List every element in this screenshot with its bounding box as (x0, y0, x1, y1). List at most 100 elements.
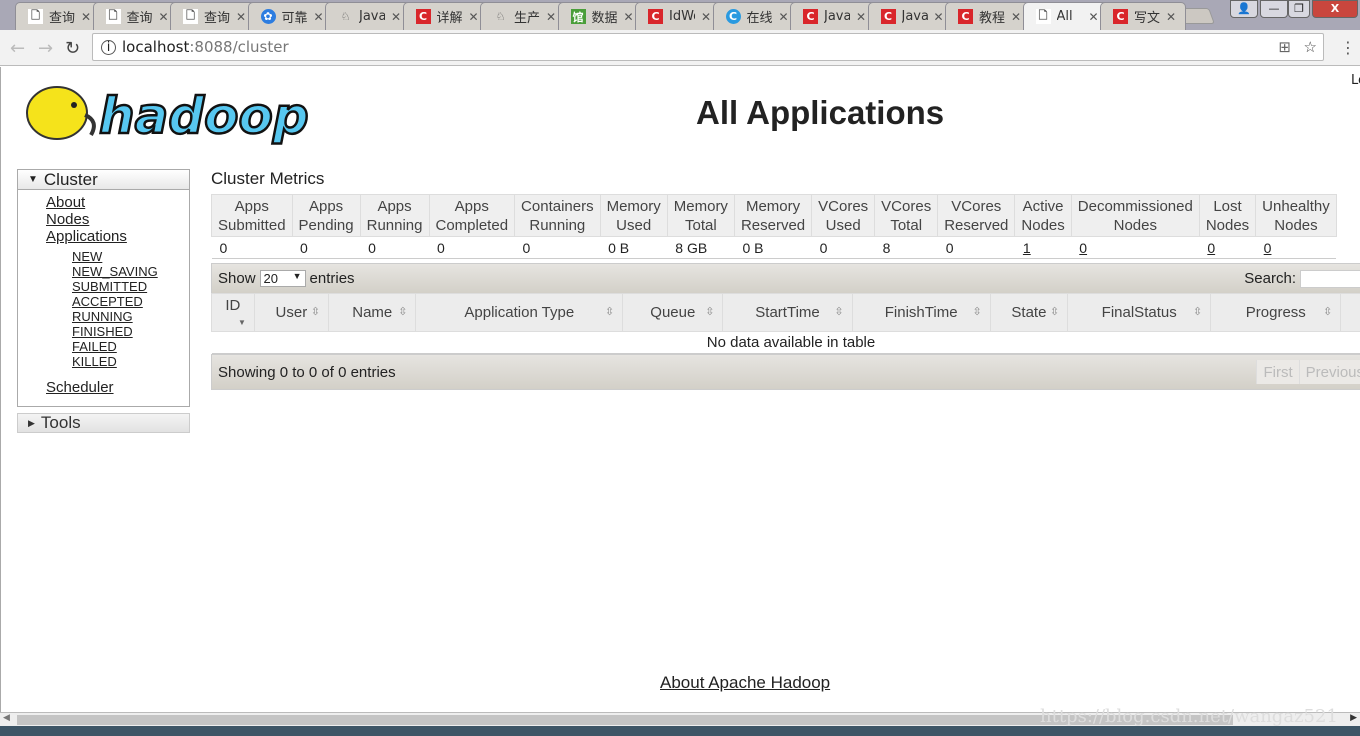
page-size-select[interactable]: 20 ▼ (259, 270, 306, 287)
close-tab-icon[interactable]: ✕ (856, 10, 866, 24)
metric-value: 0 (360, 236, 429, 259)
metric-header-line: Apps (234, 197, 269, 215)
metric-link[interactable]: 0 (1079, 240, 1087, 256)
close-tab-icon[interactable]: ✕ (546, 10, 556, 24)
close-tab-icon[interactable]: ✕ (624, 10, 634, 24)
metric-value: 8 (874, 236, 938, 259)
state-link-submitted[interactable]: SUBMITTED (18, 279, 189, 294)
browser-tab[interactable]: 🗋 查询 ✕ (15, 2, 101, 30)
metric-value: 8 GB (667, 236, 735, 259)
browser-tab[interactable]: 馆数据 ✕ (557, 2, 644, 30)
close-tab-icon[interactable]: ✕ (159, 10, 169, 24)
scroll-right-icon[interactable]: ▶ (1350, 713, 1357, 723)
sort-icon: ⇳ (1193, 306, 1203, 318)
back-icon[interactable]: ← (10, 38, 25, 59)
browser-tab[interactable]: C 在线 ✕ (712, 2, 799, 30)
library-icon: 馆 (570, 9, 586, 24)
bookmark-star-icon[interactable]: ☆ (1304, 38, 1317, 56)
state-link-failed[interactable]: FAILED (18, 339, 189, 354)
metric-header-line: Reserved (740, 216, 806, 234)
metric-text: 0 B (742, 239, 764, 256)
translate-icon[interactable]: ⊞ (1278, 38, 1291, 56)
search-input[interactable] (1300, 269, 1360, 288)
close-window-button[interactable]: X (1312, 0, 1358, 18)
cluster-section-toggle[interactable]: ▼ Cluster (18, 170, 189, 190)
sidebar-link-scheduler[interactable]: Scheduler (18, 379, 189, 396)
close-tab-icon[interactable]: ✕ (934, 10, 944, 24)
browser-tab[interactable]: C 详解 ✕ (402, 2, 489, 30)
close-tab-icon[interactable]: ✕ (1089, 10, 1099, 24)
metric-header: VCores Used (811, 194, 876, 237)
state-link-new_saving[interactable]: NEW_SAVING (18, 264, 189, 279)
metric-value: 0 (1071, 236, 1200, 259)
scroll-left-icon[interactable]: ◀ (3, 713, 10, 723)
column-header-finalstatus[interactable]: FinalStatus ⇳ (1067, 293, 1212, 332)
metric-header-line: Total (685, 216, 717, 234)
metric-link[interactable]: 0 (1264, 240, 1272, 256)
menu-icon[interactable]: ⋮ (1340, 38, 1356, 57)
column-header-queue[interactable]: Queue ⇳ (622, 293, 724, 332)
browser-tab[interactable]: C IdWorker ✕ (635, 2, 721, 30)
address-bar[interactable]: i localhost:8088/cluster ⊞ ☆ (92, 33, 1324, 61)
browser-tab[interactable]: 🗋 查询 ✕ (170, 2, 256, 30)
previous-page-button[interactable]: Previous (1298, 360, 1360, 384)
browser-tab[interactable]: ♘ 生产 ✕ (480, 2, 566, 30)
close-tab-icon[interactable]: ✕ (314, 10, 324, 24)
close-tab-icon[interactable]: ✕ (779, 10, 789, 24)
column-header-extra[interactable] (1340, 293, 1360, 332)
tab-title: 查询 (49, 11, 75, 26)
about-apache-hadoop-link[interactable]: About Apache Hadoop (660, 673, 830, 693)
close-tab-icon[interactable]: ✕ (81, 10, 91, 24)
close-tab-icon[interactable]: ✕ (1166, 10, 1176, 24)
metric-link[interactable]: 1 (1023, 240, 1031, 256)
browser-tab[interactable]: C Java ✕ (790, 2, 876, 30)
sidebar-link-about[interactable]: About (18, 194, 189, 211)
caret-right-icon: ▶ (28, 417, 35, 428)
first-page-button[interactable]: First (1256, 360, 1299, 384)
state-link-killed[interactable]: KILLED (18, 354, 189, 369)
page-icon: 🗋 (183, 9, 198, 24)
apps-table-controls: Show 20 ▼ entries Search: (211, 263, 1360, 294)
browser-tab[interactable]: 🗋 All ✕ (1022, 2, 1109, 30)
close-tab-icon[interactable]: ✕ (236, 10, 246, 24)
column-header-starttime[interactable]: StartTime ⇳ (722, 293, 853, 332)
metric-value: 0 B (734, 236, 812, 259)
column-header-id[interactable]: ID ▼ (211, 293, 255, 332)
close-tab-icon[interactable]: ✕ (391, 10, 401, 24)
metric-header-line: Active (1022, 197, 1064, 215)
info-icon[interactable]: i (101, 39, 116, 55)
column-header-name[interactable]: Name ⇳ (328, 293, 417, 332)
minimize-button[interactable]: — (1260, 0, 1288, 18)
browser-tab[interactable]: C Java ✕ (867, 2, 954, 30)
browser-tab[interactable]: ♘ Java ✕ (325, 2, 411, 30)
metric-header-line: Containers (521, 197, 594, 215)
close-tab-icon[interactable]: ✕ (701, 10, 711, 24)
browser-tab[interactable]: ✿ 可靠 ✕ (247, 2, 334, 30)
profile-button[interactable]: 👤 (1230, 0, 1258, 18)
column-header-application-type[interactable]: Application Type ⇳ (415, 293, 624, 332)
reload-icon[interactable]: ↻ (65, 38, 80, 59)
restore-button[interactable]: ❐ (1288, 0, 1310, 18)
browser-tab[interactable]: C 写文 ✕ (1100, 2, 1186, 30)
state-link-new[interactable]: NEW (18, 249, 189, 264)
tab-title: Java (901, 9, 928, 24)
close-tab-icon[interactable]: ✕ (469, 10, 479, 24)
state-link-running[interactable]: RUNNING (18, 309, 189, 324)
column-header-state[interactable]: State ⇳ (989, 293, 1069, 332)
metric-header-line: Lost (1213, 197, 1242, 215)
browser-tab[interactable]: C 教程 ✕ (945, 2, 1031, 30)
forward-icon[interactable]: → (38, 38, 53, 59)
state-link-finished[interactable]: FINISHED (18, 324, 189, 339)
state-link-accepted[interactable]: ACCEPTED (18, 294, 189, 309)
sidebar-link-applications[interactable]: Applications (18, 228, 189, 245)
metric-link[interactable]: 0 (1207, 240, 1215, 256)
tools-section-toggle[interactable]: ▶ Tools (17, 413, 190, 433)
column-header-finishtime[interactable]: FinishTime ⇳ (851, 293, 991, 332)
sidebar-link-nodes[interactable]: Nodes (18, 211, 189, 228)
close-tab-icon[interactable]: ✕ (1011, 10, 1021, 24)
browser-tab[interactable]: 🗋 查询 ✕ (92, 2, 179, 30)
page-icon: 🗋 (105, 9, 121, 24)
metric-header-line: Used (616, 216, 652, 234)
column-header-user[interactable]: User ⇳ (253, 293, 330, 332)
column-header-progress[interactable]: Progress ⇳ (1210, 293, 1342, 332)
